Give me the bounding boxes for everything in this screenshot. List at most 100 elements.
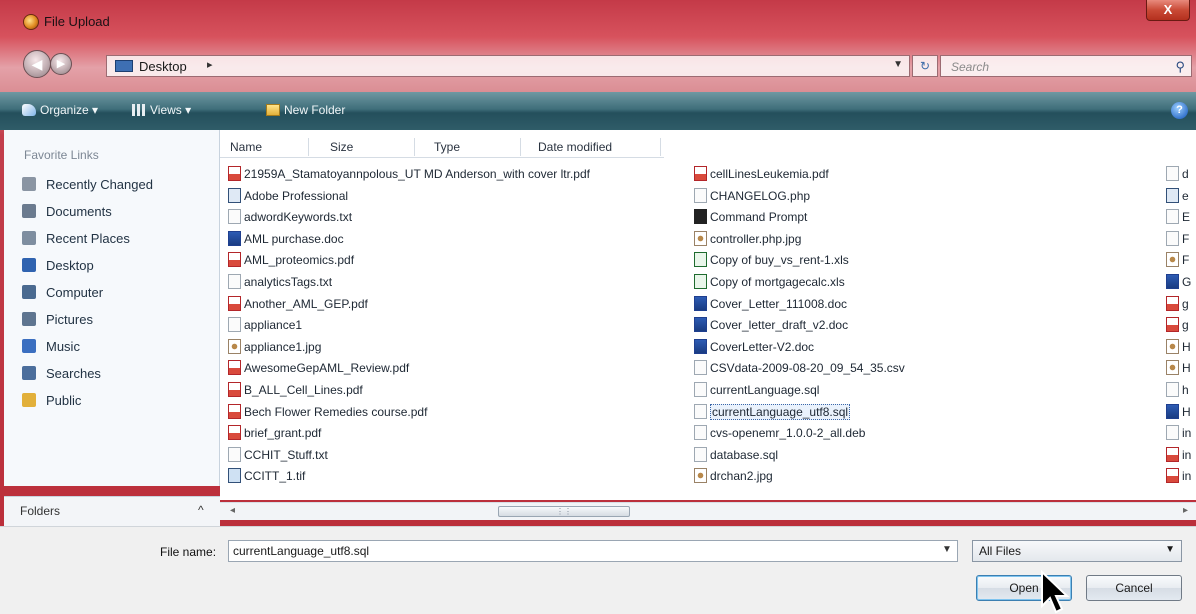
folders-toggle[interactable]: Folders ^ [4, 496, 220, 526]
column-name[interactable]: Name [230, 140, 262, 154]
file-item[interactable]: G [1166, 274, 1191, 294]
file-item[interactable]: e [1166, 187, 1189, 208]
file-item[interactable]: currentLanguage_utf8.sql [694, 403, 851, 424]
file-item[interactable]: 21959A_Stamatoyannpolous_UT MD Anderson_… [228, 166, 590, 186]
sidebar-item[interactable]: Public [22, 393, 81, 411]
search-icon[interactable]: ⚲ [1175, 59, 1185, 75]
file-item[interactable]: CCHIT_Stuff.txt [228, 446, 328, 467]
file-name: H [1182, 339, 1191, 354]
sidebar-item[interactable]: Desktop [22, 258, 94, 276]
file-item[interactable]: appliance1 [228, 317, 302, 337]
file-item[interactable]: CCITT_1.tif [228, 468, 305, 488]
file-item[interactable]: H [1166, 360, 1191, 380]
file-item[interactable]: Bech Flower Remedies course.pdf [228, 403, 427, 424]
file-item[interactable]: in [1166, 425, 1191, 445]
sidebar-item[interactable]: Music [22, 339, 80, 357]
file-item[interactable]: Copy of buy_vs_rent-1.xls [694, 252, 849, 272]
file-item[interactable]: F [1166, 252, 1189, 272]
file-name: in [1182, 469, 1192, 484]
file-name: drchan2.jpg [710, 469, 773, 484]
chevron-down-icon[interactable]: ▼ [1165, 544, 1175, 555]
file-item[interactable]: H [1166, 338, 1191, 359]
tif-file-icon [228, 468, 241, 484]
file-item[interactable]: B_ALL_Cell_Lines.pdf [228, 382, 363, 402]
file-name-dropdown-icon[interactable]: ▼ [942, 544, 952, 555]
scrollbar-thumb[interactable]: ⋮⋮ [498, 506, 630, 517]
txt-file-icon [1166, 166, 1179, 181]
file-item[interactable]: Command Prompt [694, 209, 807, 229]
file-item[interactable]: controller.php.jpg [694, 230, 801, 251]
file-item[interactable]: database.sql [694, 446, 778, 467]
horizontal-scrollbar[interactable]: ◂ ⋮⋮ ▸ [220, 502, 1196, 520]
file-item[interactable]: d [1166, 166, 1189, 186]
organize-button[interactable]: Organize ▾ [22, 103, 98, 117]
scroll-left-icon[interactable]: ◂ [230, 505, 235, 516]
address-bar[interactable]: Desktop ▸ ▼ [106, 55, 910, 77]
file-item[interactable]: Copy of mortgagecalc.xls [694, 274, 845, 294]
breadcrumb-separator-icon[interactable]: ▸ [207, 58, 213, 71]
file-item[interactable]: Another_AML_GEP.pdf [228, 295, 368, 316]
sidebar-item-label: Pictures [46, 312, 93, 327]
file-item[interactable]: adwordKeywords.txt [228, 209, 352, 229]
cancel-button[interactable]: Cancel [1086, 575, 1182, 601]
column-date-modified[interactable]: Date modified [538, 140, 612, 154]
file-item[interactable]: drchan2.jpg [694, 468, 773, 488]
file-item[interactable]: CHANGELOG.php [694, 187, 811, 208]
file-name-input[interactable]: currentLanguage_utf8.sql [228, 540, 958, 562]
address-dropdown-icon[interactable]: ▼ [893, 59, 903, 70]
sidebar-item[interactable]: Documents [22, 204, 112, 222]
file-name: CCHIT_Stuff.txt [244, 447, 328, 462]
file-item[interactable]: in [1166, 446, 1191, 467]
scroll-right-icon[interactable]: ▸ [1183, 505, 1188, 516]
column-divider[interactable] [414, 138, 415, 156]
file-item[interactable]: cellLinesLeukemia.pdf [694, 166, 829, 186]
file-item[interactable]: H [1166, 403, 1191, 424]
file-item[interactable]: analyticsTags.txt [228, 274, 332, 294]
file-item[interactable]: Cover_Letter_111008.doc [694, 295, 847, 316]
sidebar-item-label: Recently Changed [46, 177, 153, 192]
file-name: CHANGELOG.php [710, 188, 811, 203]
sidebar-item[interactable]: Searches [22, 366, 101, 384]
close-button[interactable]: X [1146, 0, 1190, 21]
sidebar-item[interactable]: Computer [22, 285, 103, 303]
chevron-up-icon[interactable]: ^ [198, 503, 204, 517]
file-item[interactable]: CoverLetter-V2.doc [694, 338, 814, 359]
breadcrumb-desktop[interactable]: Desktop [139, 59, 187, 74]
file-item[interactable]: Cover_letter_draft_v2.doc [694, 317, 848, 337]
file-item[interactable]: currentLanguage.sql [694, 382, 819, 402]
title-bar[interactable]: File Upload X [0, 0, 1196, 40]
sidebar-item[interactable]: Pictures [22, 312, 93, 330]
file-item[interactable]: CSVdata-2009-08-20_09_54_35.csv [694, 360, 905, 380]
file-type-select[interactable]: All Files ▼ [972, 540, 1182, 562]
refresh-button[interactable]: ↻ [912, 55, 938, 77]
file-item[interactable]: Adobe Professional [228, 187, 348, 208]
file-item[interactable]: AML_proteomics.pdf [228, 252, 354, 272]
file-item[interactable]: AwesomeGepAML_Review.pdf [228, 360, 409, 380]
column-divider[interactable] [308, 138, 309, 156]
pictures-icon [22, 312, 36, 326]
file-item[interactable]: cvs-openemr_1.0.0-2_all.deb [694, 425, 865, 445]
file-item[interactable]: g [1166, 295, 1189, 316]
file-item[interactable]: brief_grant.pdf [228, 425, 321, 445]
column-divider[interactable] [520, 138, 521, 156]
file-item[interactable]: E [1166, 209, 1190, 229]
column-type[interactable]: Type [434, 140, 460, 154]
file-item[interactable]: h [1166, 382, 1189, 402]
help-icon[interactable]: ? [1171, 102, 1188, 119]
column-divider[interactable] [660, 138, 661, 156]
sidebar-item[interactable]: Recent Places [22, 231, 130, 249]
forward-button[interactable]: ▶ [50, 53, 72, 75]
search-input[interactable]: Search ⚲ [940, 55, 1192, 77]
new-folder-button[interactable]: New Folder [266, 103, 345, 117]
file-item[interactable]: appliance1.jpg [228, 338, 321, 359]
file-name: currentLanguage.sql [710, 383, 820, 397]
favorite-links-header: Favorite Links [24, 148, 99, 162]
file-item[interactable]: F [1166, 230, 1189, 251]
sidebar-item[interactable]: Recently Changed [22, 177, 153, 195]
column-size[interactable]: Size [330, 140, 353, 154]
file-item[interactable]: AML purchase.doc [228, 230, 344, 251]
file-item[interactable]: g [1166, 317, 1189, 337]
views-button[interactable]: Views ▾ [132, 103, 191, 117]
file-item[interactable]: in [1166, 468, 1191, 488]
back-button[interactable]: ◀ [23, 50, 51, 78]
